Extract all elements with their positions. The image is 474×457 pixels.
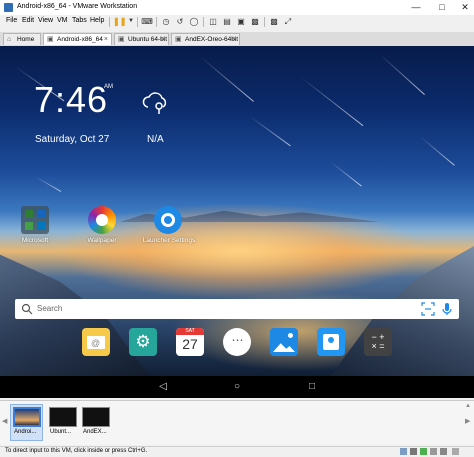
thumbnail-view-icon[interactable]: ▤: [221, 16, 233, 27]
menu-view[interactable]: View: [38, 17, 53, 24]
usb-icon[interactable]: [430, 448, 437, 455]
scroll-right-icon[interactable]: ▶: [465, 417, 470, 425]
vm-display[interactable]: 7:46 AM Saturday, Oct 27 N/A Microsoft W…: [0, 46, 474, 377]
email-app-icon[interactable]: @: [82, 328, 110, 356]
home-circle-icon[interactable]: ○: [230, 380, 244, 394]
hard-disk-icon[interactable]: [400, 448, 407, 455]
microsoft-folder-icon[interactable]: [21, 206, 49, 234]
calculator-app-icon[interactable]: − + × =: [364, 328, 392, 356]
clock-widget-time[interactable]: 7:46: [34, 79, 108, 121]
cd-drive-icon[interactable]: [410, 448, 417, 455]
tab-andex-oreo-64bit[interactable]: ▣ AndEX-Oreo-64bit ×: [171, 33, 240, 45]
display-icon[interactable]: [452, 448, 459, 455]
library-view-icon[interactable]: ◫: [207, 16, 219, 27]
full-screen-icon[interactable]: ▣: [235, 16, 247, 27]
star-streak: [249, 116, 291, 147]
collapse-bar-icon[interactable]: ▲: [465, 403, 471, 409]
vm-icon: ▣: [175, 36, 182, 43]
vmware-app-icon: [4, 3, 13, 12]
star-streak: [419, 136, 455, 166]
star-streak: [199, 56, 254, 102]
network-icon[interactable]: [420, 448, 427, 455]
clock-widget-date[interactable]: Saturday, Oct 27: [35, 134, 109, 145]
send-ctrl-alt-del-icon[interactable]: ⌨: [141, 16, 153, 27]
tab-label: Home: [17, 36, 35, 43]
console-view-icon[interactable]: ▩: [268, 16, 280, 27]
android-navigation-bar: ◁ ○ □: [0, 376, 474, 398]
toolbar-separator: [203, 17, 204, 27]
home-icon: ⌂: [7, 36, 12, 43]
search-icon: [21, 303, 33, 315]
close-tab-icon[interactable]: ×: [104, 34, 108, 45]
stretch-guest-icon[interactable]: ⤢: [282, 16, 294, 27]
scroll-left-icon[interactable]: ◀: [2, 417, 7, 425]
thumbnail-label: Ubunt...: [50, 429, 72, 435]
app-drawer-icon[interactable]: ⋯: [223, 328, 251, 356]
microphone-icon[interactable]: [440, 302, 454, 316]
tab-label: Android-x86_64: [57, 36, 103, 43]
recents-icon[interactable]: □: [305, 380, 319, 394]
wallpaper-app-icon[interactable]: [88, 206, 116, 234]
sound-icon[interactable]: [440, 448, 447, 455]
thumbnail-andex[interactable]: [82, 407, 110, 427]
vm-icon: ▣: [47, 36, 54, 43]
toolbar-separator: [156, 17, 157, 27]
menu-tabs[interactable]: Tabs: [72, 17, 87, 24]
thumbnail-label: Androi...: [14, 429, 37, 435]
launcher-settings-icon[interactable]: [154, 206, 182, 234]
status-bar: To direct input to this VM, click inside…: [0, 446, 474, 457]
barcode-scan-icon[interactable]: [421, 302, 435, 316]
menu-bar: File Edit View VM Tabs Help ❚❚ ▼ ⌨ ◷ ↺ ◯…: [0, 15, 474, 29]
thumbnail-bar: ◀ Androi... Ubunt... AndEX... ▲ ▶: [0, 400, 474, 445]
tab-ubuntu-64bit[interactable]: ▣ Ubuntu 64-bit ×: [114, 33, 169, 45]
calendar-month: SAT: [176, 328, 204, 335]
star-streak: [34, 176, 62, 192]
back-icon[interactable]: ◁: [156, 380, 170, 394]
menu-file[interactable]: File: [6, 17, 17, 24]
menu-vm[interactable]: VM: [57, 17, 68, 24]
vm-icon: ▣: [118, 36, 125, 43]
gallery-app-icon[interactable]: [270, 328, 298, 356]
toolbar-separator: [137, 17, 138, 27]
settings-app-icon[interactable]: ⚙: [129, 328, 157, 356]
tab-label: AndEX-Oreo-64bit: [185, 36, 239, 43]
window-title: Android-x86_64 - VMware Workstation: [17, 3, 138, 10]
pause-icon[interactable]: ❚❚: [113, 16, 126, 27]
unity-icon[interactable]: ▩: [249, 16, 261, 27]
menu-edit[interactable]: Edit: [22, 17, 34, 24]
toolbar-separator: [109, 17, 110, 27]
minimize-icon[interactable]: —: [403, 0, 429, 15]
star-streak: [299, 76, 364, 127]
title-bar: Android-x86_64 - VMware Workstation — □ …: [0, 0, 474, 15]
microsoft-label: Microsoft: [21, 237, 49, 244]
dropdown-arrow-icon[interactable]: ▼: [125, 16, 137, 27]
search-bar[interactable]: Search: [15, 299, 459, 319]
weather-cloud-icon[interactable]: [141, 89, 171, 115]
star-streak: [379, 54, 425, 96]
snapshot-icon[interactable]: ◷: [160, 16, 172, 27]
revert-snapshot-icon[interactable]: ↺: [174, 16, 186, 27]
search-placeholder: Search: [37, 304, 63, 313]
weather-status: N/A: [147, 134, 164, 145]
calendar-app-icon[interactable]: SAT 27: [176, 328, 204, 356]
star-streak: [329, 161, 362, 187]
thumbnail-ubuntu[interactable]: [49, 407, 77, 427]
close-tab-icon[interactable]: ×: [161, 34, 165, 45]
close-tab-icon[interactable]: ×: [232, 34, 236, 45]
close-icon[interactable]: ✕: [452, 0, 474, 15]
thumbnail-android[interactable]: [13, 407, 41, 427]
tab-home[interactable]: ⌂ Home: [3, 33, 41, 45]
wallpaper-label: Wallpaper: [87, 237, 117, 244]
launcher-settings-label: Launcher Settings: [142, 237, 196, 244]
clock-ampm: AM: [104, 84, 113, 90]
toolbar-separator: [264, 17, 265, 27]
contacts-app-icon[interactable]: [317, 328, 345, 356]
menu-help[interactable]: Help: [90, 17, 104, 24]
tab-bar: ⌂ Home ▣ Android-x86_64 × ▣ Ubuntu 64-bi…: [0, 32, 474, 47]
calendar-day: 27: [182, 336, 198, 352]
snapshot-manager-icon[interactable]: ◯: [188, 16, 200, 27]
thumbnail-label: AndEX...: [83, 429, 107, 435]
status-message: To direct input to this VM, click inside…: [5, 448, 148, 454]
tab-android-x86-64[interactable]: ▣ Android-x86_64 ×: [43, 33, 112, 45]
